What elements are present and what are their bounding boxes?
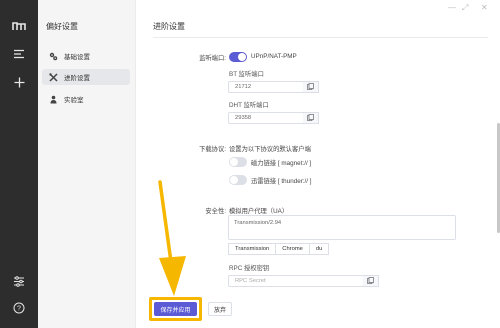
upnp-label: UPnP/NAT-PMP — [251, 53, 297, 60]
sidebar-item-advanced[interactable]: 进阶设置 — [42, 69, 130, 85]
help-icon[interactable]: ? — [0, 301, 38, 315]
sidebar-title: 偏好设置 — [46, 22, 78, 31]
copy-icon — [367, 276, 374, 286]
main-panel: — ⤢ ✕ 进阶设置 监听端口: UPnP/NAT-PMP BT 监听端口 21… — [136, 0, 500, 328]
sliders-icon[interactable] — [0, 274, 38, 288]
maximize-icon[interactable]: ⤢ — [462, 3, 468, 13]
sidebar-item-label: 实验室 — [64, 97, 84, 104]
ua-preset-group: Transmission Chrome du — [228, 243, 330, 255]
copy-icon — [307, 113, 314, 123]
bt-port-input[interactable]: 21712 — [228, 81, 304, 93]
sidebar-item-label: 基础设置 — [64, 54, 90, 61]
annotation-arrow-icon — [158, 180, 186, 296]
protocol-label: 下载协议: — [199, 146, 226, 153]
menu-icon[interactable] — [0, 47, 38, 61]
divider — [153, 37, 488, 38]
thunder-label: 迅雷链接 [ thunder:// ] — [251, 178, 312, 185]
magnet-label: 磁力链接 [ magnet:// ] — [251, 160, 312, 167]
ua-preset-transmission[interactable]: Transmission — [228, 243, 277, 255]
lab-icon — [49, 95, 58, 104]
rpc-secret-input[interactable]: RPC Secret — [228, 275, 364, 287]
rpc-secret-copy-button[interactable] — [363, 275, 379, 287]
svg-text:?: ? — [17, 306, 21, 313]
copy-icon — [307, 82, 314, 92]
plus-icon[interactable] — [0, 75, 38, 89]
page-title: 进阶设置 — [153, 22, 185, 31]
logo-icon[interactable] — [0, 19, 38, 33]
listen-port-label: 监听端口: — [199, 55, 226, 62]
ua-preset-du[interactable]: du — [308, 243, 330, 255]
protocol-desc: 设置为以下协议的默认客户端 — [229, 146, 311, 153]
ua-label: 模拟用户代理（UA） — [229, 208, 289, 215]
minimize-icon[interactable]: — — [448, 3, 456, 12]
magnet-toggle[interactable] — [229, 157, 247, 167]
sidebar-item-basic[interactable]: 基础设置 — [42, 48, 130, 64]
discard-button[interactable]: 放弃 — [208, 302, 232, 316]
close-icon[interactable]: ✕ — [481, 3, 488, 12]
dht-port-copy-button[interactable] — [303, 112, 319, 124]
gears-icon — [49, 52, 58, 61]
app-rail: ? — [0, 0, 38, 328]
upnp-toggle[interactable] — [229, 52, 247, 62]
rpc-secret-label: RPC 授权密钥 — [229, 265, 270, 272]
ua-preset-chrome[interactable]: Chrome — [275, 243, 310, 255]
sidebar-item-lab[interactable]: 实验室 — [42, 91, 130, 107]
dht-port-input[interactable]: 29358 — [228, 112, 304, 124]
tools-icon — [49, 72, 58, 82]
thunder-toggle[interactable] — [229, 175, 247, 185]
save-apply-button[interactable]: 保存并应用 — [154, 302, 197, 316]
sidebar-item-label: 进阶设置 — [64, 75, 90, 82]
settings-sidebar: 偏好设置 基础设置 进阶设置 实验室 — [38, 0, 136, 328]
bt-port-copy-button[interactable] — [303, 81, 319, 93]
ua-textarea[interactable]: Transmission/2.94 — [228, 215, 456, 240]
bt-port-label: BT 监听端口 — [229, 71, 264, 78]
dht-port-label: DHT 监听端口 — [229, 102, 269, 109]
